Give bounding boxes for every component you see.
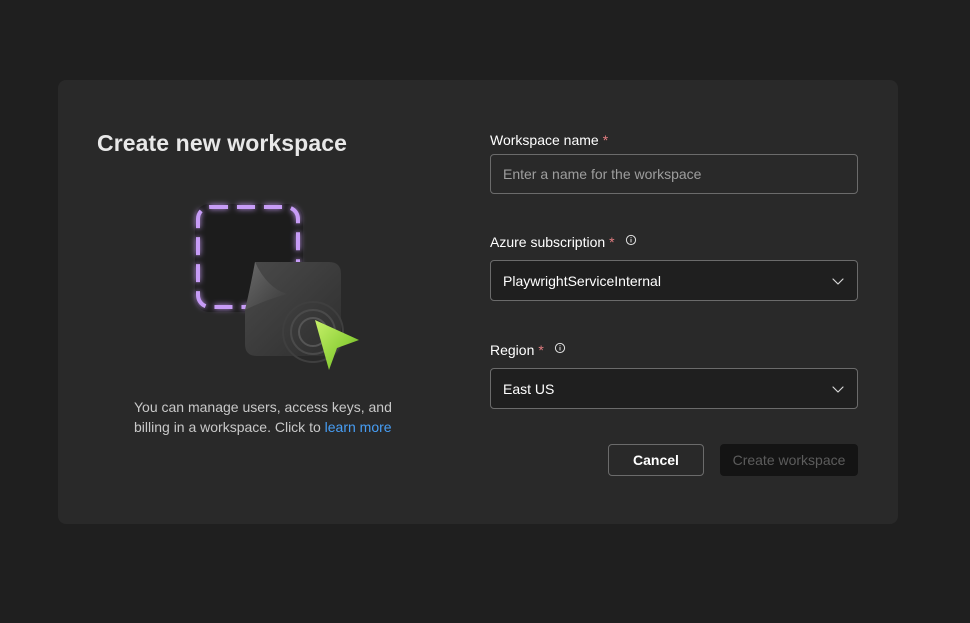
- chevron-down-icon: [831, 274, 845, 288]
- region-label: Region *: [490, 342, 566, 358]
- workspace-name-input[interactable]: [490, 154, 858, 194]
- region-label-text: Region: [490, 342, 535, 358]
- create-workspace-button[interactable]: Create workspace: [720, 444, 858, 476]
- create-workspace-dialog: Create new workspace You can manage user…: [58, 80, 898, 524]
- info-icon[interactable]: [625, 233, 637, 246]
- workspace-name-label-text: Workspace name: [490, 132, 599, 148]
- subscription-label-text: Azure subscription: [490, 234, 606, 250]
- learn-more-link[interactable]: learn more: [325, 419, 392, 435]
- dialog-description: You can manage users, access keys, and b…: [134, 397, 409, 437]
- dialog-title: Create new workspace: [97, 130, 348, 156]
- chevron-down-icon: [831, 382, 845, 396]
- cancel-button[interactable]: Cancel: [608, 444, 704, 476]
- info-icon[interactable]: [554, 341, 566, 354]
- required-marker: *: [538, 342, 544, 358]
- workspace-name-label: Workspace name *: [490, 132, 608, 148]
- region-selected-value: East US: [503, 380, 555, 397]
- subscription-dropdown[interactable]: PlaywrightServiceInternal: [490, 260, 858, 301]
- region-dropdown[interactable]: East US: [490, 368, 858, 409]
- required-marker: *: [609, 234, 615, 250]
- required-marker: *: [602, 132, 609, 148]
- workspace-illustration-icon: [183, 192, 373, 382]
- subscription-selected-value: PlaywrightServiceInternal: [503, 272, 661, 289]
- subscription-label: Azure subscription *: [490, 234, 637, 250]
